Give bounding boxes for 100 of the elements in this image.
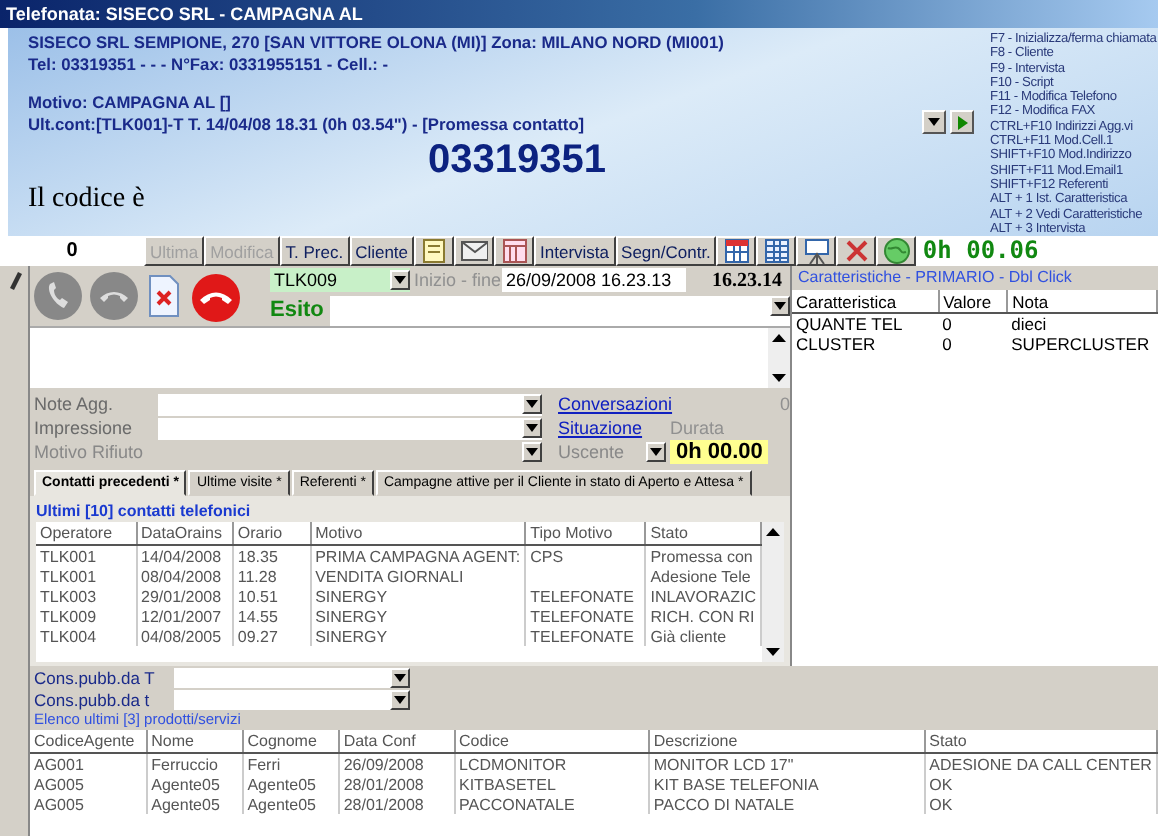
caret-icon (394, 695, 406, 703)
scrollbar[interactable] (762, 522, 784, 662)
last-contact-text: Ult.cont:[TLK001]-T T. 14/04/08 18.31 (0h 03.54") - [Promessa contatto] (28, 114, 587, 136)
input-field[interactable] (158, 393, 542, 415)
toolbar-button[interactable] (796, 236, 837, 266)
column-header[interactable]: Operatore (36, 522, 136, 545)
toolbar-button[interactable] (756, 236, 797, 266)
caret-icon (526, 423, 538, 431)
column-header[interactable]: Cognome (242, 730, 339, 753)
table-cell: VENDITA GIORNALI (310, 566, 526, 586)
column-header[interactable]: CodiceAgente (30, 730, 147, 753)
column-header[interactable]: Nota (1007, 290, 1157, 313)
outcome-label: Esito (270, 298, 326, 322)
hang-up-icon[interactable] (190, 270, 242, 322)
toolbar-button[interactable] (836, 236, 877, 266)
phone-icon[interactable] (34, 272, 82, 320)
table-cell: TLK009 (36, 606, 136, 626)
caret-icon (650, 448, 662, 456)
dropdown-button[interactable] (522, 393, 542, 413)
table-cell: PRIMA CAMPAGNA AGENT: (310, 545, 526, 566)
table-cell: OK (924, 794, 1157, 814)
table-cell: 12/01/2007 (136, 606, 233, 626)
window-title: Telefonata: SISECO SRL - CAMPAGNA AL (0, 0, 1158, 28)
dropdown-button[interactable] (770, 295, 790, 315)
start-time: 26/09/2008 16.23.13 (502, 268, 686, 292)
column-header[interactable]: Stato (645, 522, 761, 545)
column-header[interactable]: Valore (938, 290, 1008, 313)
scrollbar[interactable] (768, 328, 790, 388)
play-button[interactable] (950, 110, 974, 134)
toolbar-button[interactable] (454, 236, 495, 266)
table-cell: Ferri (242, 753, 339, 774)
field-label: Cons.pubb.da t (34, 689, 152, 709)
call-timer: 0h 00.06 (916, 236, 1158, 266)
end-time: 16.23.14 (710, 269, 784, 291)
column-header[interactable]: Tipo Motivo (525, 522, 646, 545)
column-header[interactable]: DataOrains (136, 522, 233, 545)
table-cell: KIT BASE TELEFONIA (648, 774, 925, 794)
phone-number: 03319351 (428, 136, 606, 184)
toolbar-button[interactable]: Cliente (349, 236, 415, 266)
column-header[interactable]: Stato (924, 730, 1157, 753)
table-cell: TELEFONATE (525, 586, 646, 606)
hang-up-icon[interactable] (90, 272, 138, 320)
pencil-icon[interactable] (7, 272, 21, 290)
toolbar-button[interactable]: Intervista (534, 236, 616, 266)
column-header[interactable]: Descrizione (648, 730, 925, 753)
down-button[interactable] (922, 110, 946, 134)
duration-value: 0h 00.00 (670, 440, 769, 464)
column-header[interactable]: Caratteristica (792, 290, 939, 313)
message-text: Il codice è (28, 184, 147, 216)
time-label: Inizio - fine (414, 270, 502, 290)
toolbar-button[interactable] (716, 236, 757, 266)
table-cell: LCDMONITOR (454, 753, 649, 774)
toolbar-button[interactable] (414, 236, 455, 266)
table-cell: TLK003 (36, 586, 136, 606)
table-cell: Ferruccio (146, 753, 243, 774)
operator-dropdown[interactable]: TLK009 (270, 268, 410, 292)
table-cell: Agente05 (146, 794, 243, 814)
reason-text: Motivo: CAMPAGNA AL [] (28, 92, 233, 114)
table-cell: 09.27 (232, 626, 311, 646)
phone-text: Tel: 03319351 - - - N°Fax: 0331955151 - Cell.: - (28, 54, 391, 76)
table-cell: dieci (1007, 313, 1157, 334)
duration-label: Durata (670, 418, 725, 438)
table-cell: AG005 (30, 794, 147, 814)
table-cell: PACCO DI NATALE (648, 794, 925, 814)
table-icon (762, 236, 791, 266)
dropdown-button[interactable] (646, 442, 666, 462)
column-header[interactable]: Orario (232, 522, 311, 545)
address-text: SISECO SRL SEMPIONE, 270 [SAN VITTORE OLONA (MI)] Zona: MILANO NORD (MI001) (28, 32, 726, 54)
conversations-link[interactable]: Conversazioni (558, 394, 673, 414)
section-caption: Caratteristiche - PRIMARIO - Dbl Click (792, 266, 1158, 290)
table-cell: TELEFONATE (525, 606, 646, 626)
toolbar-button[interactable]: T. Prec. (279, 236, 350, 266)
table-cell: 26/09/2008 (338, 753, 454, 774)
column-header[interactable]: Nome (146, 730, 243, 753)
dropdown-button[interactable] (390, 689, 410, 709)
table-cell: 11.28 (232, 566, 311, 586)
direction-label: Uscente (558, 442, 627, 462)
toolbar-button[interactable] (494, 236, 535, 266)
input-field[interactable] (158, 417, 542, 439)
dropdown-button[interactable] (390, 270, 410, 290)
dropdown-button[interactable] (522, 417, 542, 437)
table-cell: Agente05 (242, 774, 339, 794)
dropdown-button[interactable] (522, 441, 542, 461)
caret-icon (774, 301, 786, 309)
column-header[interactable]: Codice (454, 730, 649, 753)
document-icon[interactable] (146, 274, 182, 318)
table-cell: 28/01/2008 (338, 794, 454, 814)
column-header[interactable]: Motivo (310, 522, 526, 545)
situation-link[interactable]: Situazione (558, 418, 643, 438)
field-label: Motivo Rifiuto (32, 442, 146, 462)
input-field[interactable] (174, 667, 410, 687)
field-label: Cons.pubb.da T (34, 667, 157, 687)
input-field[interactable] (174, 689, 410, 709)
caret-icon (394, 276, 406, 284)
toolbar-button[interactable] (876, 236, 917, 266)
caret-icon (928, 118, 940, 126)
toolbar-button[interactable]: Segn/Contr. (615, 236, 717, 266)
caret-icon (526, 447, 538, 455)
dropdown-button[interactable] (390, 667, 410, 687)
column-header[interactable]: Data Conf (338, 730, 454, 753)
